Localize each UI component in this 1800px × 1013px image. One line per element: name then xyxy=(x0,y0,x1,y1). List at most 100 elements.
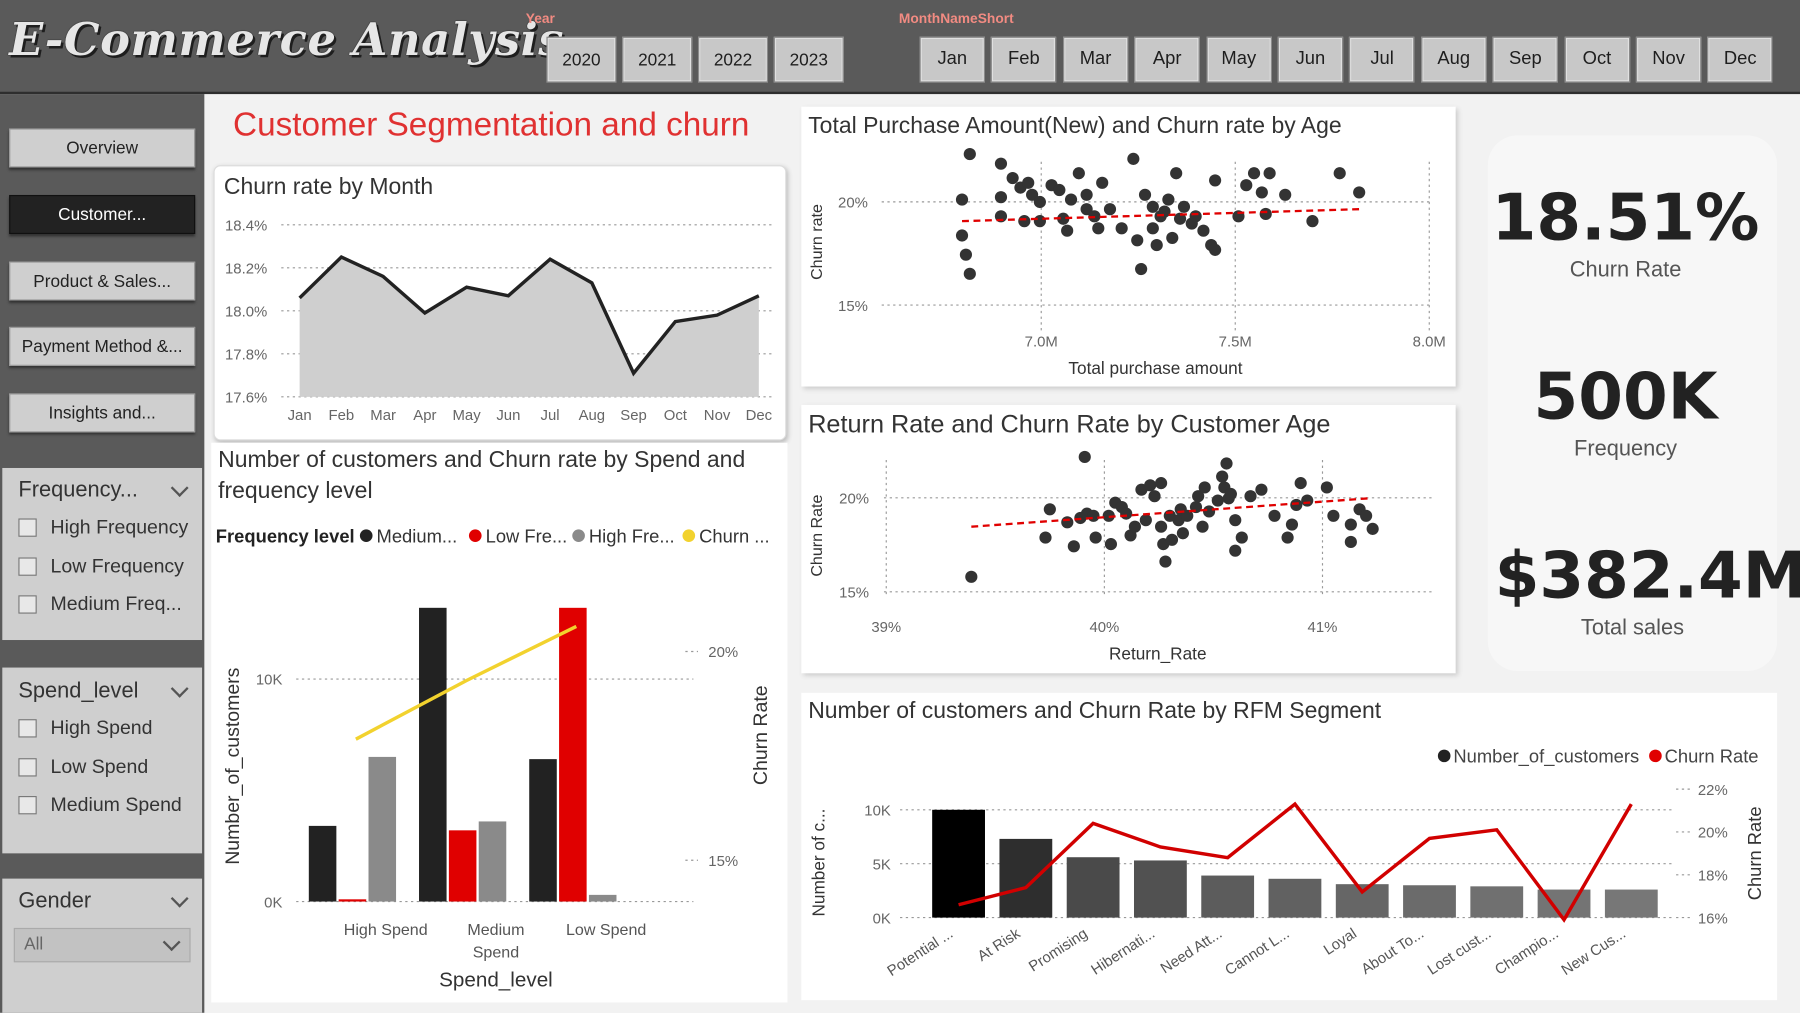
month-option-jul[interactable]: Jul xyxy=(1349,36,1415,83)
month-option-oct[interactable]: Oct xyxy=(1564,36,1630,83)
y-axis-title: Churn Rate xyxy=(808,495,826,577)
filter-option[interactable]: High Frequency xyxy=(18,516,188,539)
data-point xyxy=(1006,171,1019,185)
y-tick-label: 18.4% xyxy=(225,219,267,235)
data-point xyxy=(1033,215,1046,228)
x-tick-label: Jul xyxy=(541,408,560,424)
x-tick-label: Lost cust... xyxy=(1425,926,1494,979)
data-point xyxy=(994,157,1008,170)
nav-button-1[interactable]: Customer... xyxy=(9,194,196,234)
return-age-panel[interactable]: Return Rate and Churn Rate by Customer A… xyxy=(801,404,1456,674)
rfm-chart: Number_of_customers Churn Rate 10K 5K 0K 22% 2… xyxy=(808,746,1765,980)
x-tick-label: May xyxy=(453,408,482,424)
checkbox[interactable] xyxy=(18,557,37,576)
data-point xyxy=(1138,188,1152,201)
chevron-down-icon[interactable] xyxy=(170,889,189,908)
legend-label: Low Fre... xyxy=(486,526,568,547)
chevron-down-icon[interactable] xyxy=(170,679,189,698)
x-tick-label: 39% xyxy=(871,620,901,636)
month-option-feb[interactable]: Feb xyxy=(991,36,1057,83)
return-age-chart: 20% 15% 39% 40% 41% Return_Rate Churn Rate xyxy=(808,450,1432,664)
purchase-age-panel[interactable]: Total Purchase Amount(New) and Churn rat… xyxy=(801,106,1456,387)
checkbox[interactable] xyxy=(18,518,37,537)
total-sales-kpi: $382.4M Total sales xyxy=(1494,539,1800,641)
filter-option[interactable]: High Spend xyxy=(18,717,153,740)
y-tick-label: 17.6% xyxy=(225,391,267,407)
x-tick-label: Aug xyxy=(579,408,606,424)
data-point xyxy=(1301,494,1314,507)
data-point xyxy=(1196,520,1209,533)
month-option-aug[interactable]: Aug xyxy=(1420,36,1487,83)
x-tick-label: Mar xyxy=(370,408,396,424)
gender-dropdown[interactable]: All xyxy=(13,927,191,963)
month-option-sep[interactable]: Sep xyxy=(1492,36,1559,83)
checkbox[interactable] xyxy=(18,595,37,614)
checkbox[interactable] xyxy=(18,719,37,738)
gender-filter[interactable]: Gender All xyxy=(2,878,203,1013)
month-option-mar[interactable]: Mar xyxy=(1062,36,1129,83)
x-tick-label: Promising xyxy=(1026,926,1090,975)
x-tick-label: Need Att... xyxy=(1158,926,1225,977)
x-tick-label: Potential ... xyxy=(885,926,956,980)
month-option-nov[interactable]: Nov xyxy=(1635,36,1702,83)
filter-option-label: Medium Freq... xyxy=(50,592,182,615)
data-point xyxy=(1224,487,1237,501)
y2-axis-title: Churn Rate xyxy=(1744,806,1765,900)
data-point xyxy=(1080,188,1093,201)
total-sales-value: $382.4M xyxy=(1494,539,1800,614)
app-title: E-Commerce Analysis xyxy=(9,13,565,67)
data-point xyxy=(1263,167,1276,180)
nav-button-4[interactable]: Insights and... xyxy=(9,393,196,433)
data-point xyxy=(994,191,1008,204)
nav-button-2[interactable]: Product & Sales... xyxy=(9,261,196,301)
y2-tick-label: 15% xyxy=(708,854,738,870)
filter-option[interactable]: Low Spend xyxy=(18,756,148,779)
bar-low-spend xyxy=(529,759,557,902)
month-slicer-title: MonthNameShort xyxy=(898,10,1014,27)
month-option-jan[interactable]: Jan xyxy=(919,36,985,83)
nav-button-3[interactable]: Payment Method &... xyxy=(9,326,196,366)
sidebar: Overview Customer... Product & Sales... Pay… xyxy=(0,94,205,1013)
month-option-may[interactable]: May xyxy=(1206,36,1272,83)
bar-high-spend xyxy=(308,825,337,902)
x-axis-title: Total purchase amount xyxy=(1068,358,1242,378)
year-option-2021[interactable]: 2021 xyxy=(622,36,693,83)
checkbox[interactable] xyxy=(18,758,37,777)
legend-title: Frequency level xyxy=(216,526,355,547)
year-option-2022[interactable]: 2022 xyxy=(697,36,769,83)
month-option-jun[interactable]: Jun xyxy=(1277,36,1344,83)
bar-1 xyxy=(999,838,1053,918)
y2-tick-label: 20% xyxy=(1698,826,1728,842)
filter-option[interactable]: Low Frequency xyxy=(18,555,184,578)
nav-button-0[interactable]: Overview xyxy=(9,128,196,168)
data-point xyxy=(1177,200,1191,213)
year-option-2023[interactable]: 2023 xyxy=(773,36,844,83)
filter-option[interactable]: Medium Spend xyxy=(18,794,182,817)
trend-line xyxy=(971,497,1369,528)
month-option-dec[interactable]: Dec xyxy=(1707,36,1773,83)
data-point xyxy=(1061,224,1074,237)
frequency-filter[interactable]: Frequency... High Frequency Low Frequency… xyxy=(2,467,203,641)
data-point xyxy=(1360,509,1373,522)
month-option-apr[interactable]: Apr xyxy=(1134,36,1200,83)
filter-option[interactable]: Medium Freq... xyxy=(18,592,182,616)
rfm-panel[interactable]: Number of customers and Churn Rate by RF… xyxy=(801,692,1778,1001)
bar-low-spend xyxy=(559,607,587,902)
data-point xyxy=(965,570,978,583)
data-point xyxy=(1247,167,1261,180)
data-point xyxy=(1043,503,1056,516)
data-point xyxy=(1165,533,1179,546)
data-point xyxy=(1155,477,1168,490)
year-option-2020[interactable]: 2020 xyxy=(546,36,617,83)
spend-frequency-panel[interactable]: Number of customers and Churn rate by Sp… xyxy=(211,442,788,1003)
header-bar: E-Commerce Analysis Year 2020 2021 2022 202… xyxy=(0,0,1800,95)
spend-frequency-chart: Frequency level Medium... Low Fre... High F… xyxy=(216,526,772,992)
x-tick-label: Jun xyxy=(496,408,520,424)
bar-high-spend xyxy=(338,899,367,902)
data-point xyxy=(963,267,976,280)
chevron-down-icon[interactable] xyxy=(170,479,189,497)
churn-by-month-panel[interactable]: Churn rate by Month 18.4% 18.2% 18.0% 17.8%… xyxy=(213,165,787,441)
checkbox[interactable] xyxy=(18,796,37,815)
data-point xyxy=(1139,514,1152,527)
spend-filter[interactable]: Spend_level High Spend Low Spend Medium Sp… xyxy=(2,667,203,854)
